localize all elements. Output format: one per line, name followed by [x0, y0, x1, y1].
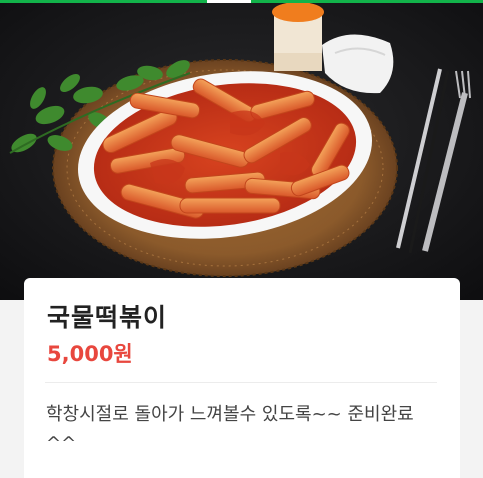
product-name: 국물떡볶이 [47, 303, 168, 332]
product-price: 5,000원 [47, 342, 133, 366]
divider [45, 382, 437, 383]
product-photo [0, 3, 483, 300]
product-card: 국물떡볶이 5,000원 학창시절로 돌아가 느껴볼수 있도록~~ 준비완료^^ [24, 278, 460, 478]
product-description: 학창시절로 돌아가 느껴볼수 있도록~~ 준비완료^^ [46, 404, 414, 454]
